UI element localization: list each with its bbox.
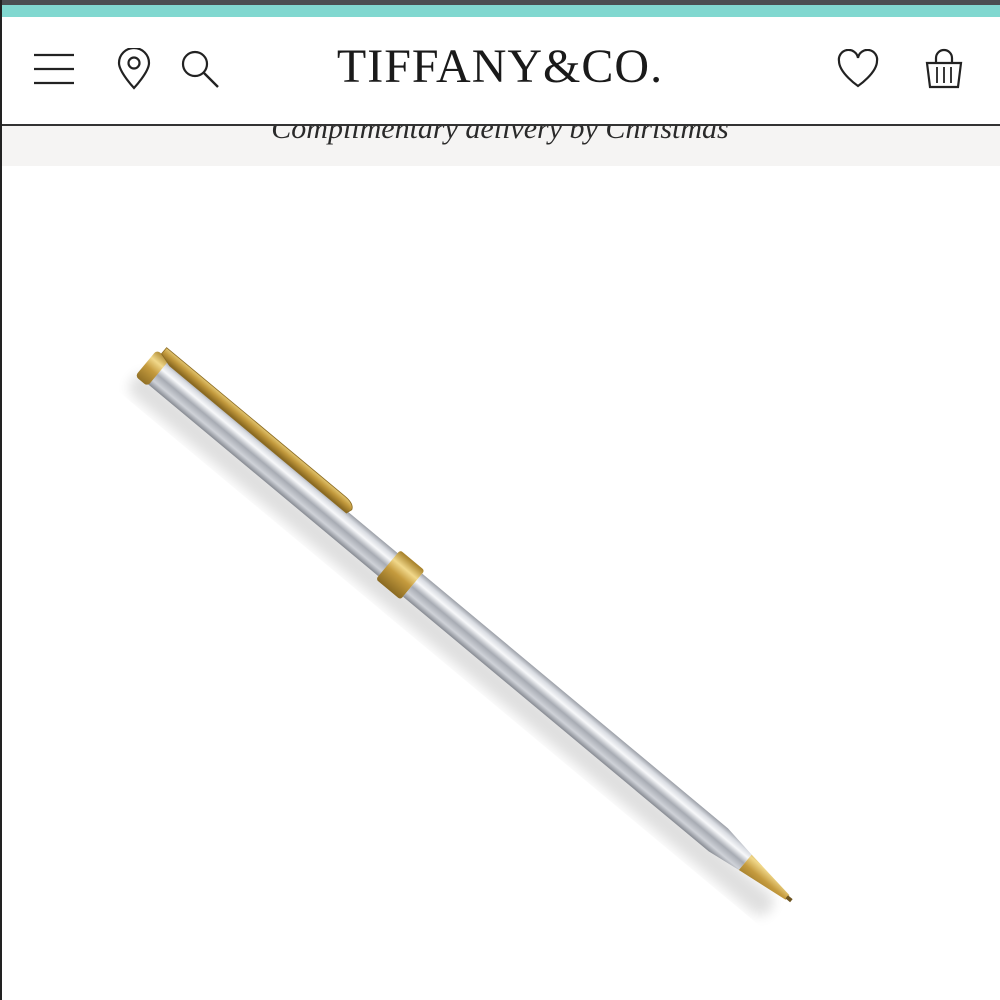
heart-icon xyxy=(837,49,879,88)
shopping-bag-button[interactable] xyxy=(920,45,968,93)
pen-shadow xyxy=(129,374,774,916)
promo-banner-text: Complimentary delivery by Christmas xyxy=(271,126,729,145)
page-left-edge xyxy=(0,0,2,1000)
hamburger-menu-icon xyxy=(34,53,74,85)
shopping-bag-icon xyxy=(925,48,963,89)
brand-logo[interactable]: TIFFANY&CO. xyxy=(270,39,730,94)
wishlist-button[interactable] xyxy=(834,45,882,93)
map-pin-icon xyxy=(117,48,151,90)
pen-barrel xyxy=(402,573,752,870)
search-button[interactable] xyxy=(176,45,224,93)
site-header: TIFFANY&CO. xyxy=(0,17,1000,126)
store-locator-button[interactable] xyxy=(110,45,158,93)
pen-cap xyxy=(145,359,400,578)
promo-banner[interactable]: Complimentary delivery by Christmas xyxy=(0,126,1000,166)
menu-button[interactable] xyxy=(30,45,78,93)
search-icon xyxy=(181,50,219,88)
